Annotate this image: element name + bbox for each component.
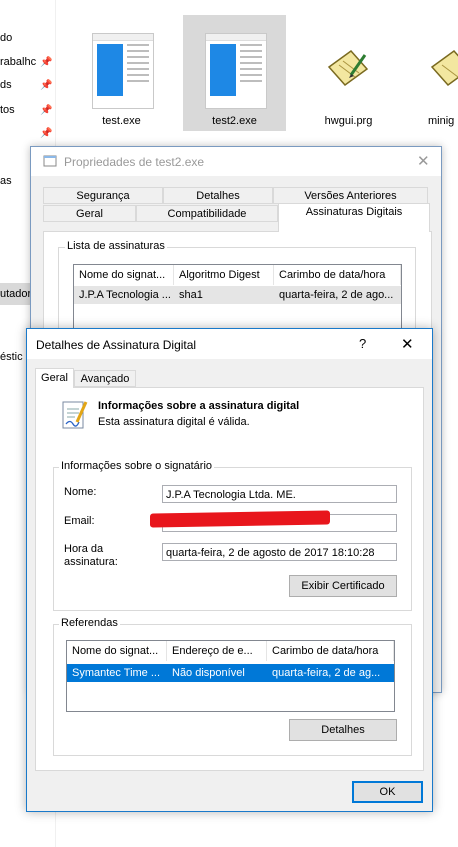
nav-item-7[interactable]: éstic [0,346,23,368]
help-button[interactable]: ? [359,336,366,351]
tab-panel: Informações sobre a assinatura digital E… [35,387,424,771]
column-header[interactable]: Algoritmo Digest [174,265,274,285]
exe-window-icon [92,33,154,109]
time-label: Hora da assinatura: [64,543,118,568]
tab-compatibilidade[interactable]: Compatibilidade [136,205,278,222]
column-header[interactable]: Carimbo de data/hora [274,265,401,285]
email-label: Email: [64,515,95,527]
prg-file-icon [430,49,458,87]
window-app-icon [43,155,57,167]
pin-icon: 📌 [40,80,53,91]
signing-time-field[interactable]: quarta-feira, 2 de agosto de 2017 18:10:… [162,543,397,561]
tab-avancado[interactable]: Avançado [74,370,136,387]
file-item-selected[interactable]: test2.exe [183,15,286,131]
table-row-selected[interactable]: Symantec Time ... Não disponível quarta-… [67,664,394,682]
column-header[interactable]: Nome do signat... [67,641,167,661]
file-name: hwgui.prg [324,115,373,127]
info-status: Esta assinatura digital é válida. [98,416,250,428]
file-item[interactable]: minig [410,15,458,131]
pin-icon: 📌 [40,128,53,139]
column-header[interactable]: Nome do signat... [74,265,174,285]
signer-name-cell: Symantec Time ... [72,667,161,679]
ok-button[interactable]: OK [352,781,423,803]
close-icon[interactable]: ✕ [401,335,414,353]
signer-name-cell: J.P.A Tecnologia ... [79,289,171,301]
nav-item-2[interactable]: rabalhc [0,51,36,73]
close-icon[interactable]: ✕ [417,152,430,170]
details-button[interactable]: Detalhes [289,719,397,741]
prg-file-icon [327,49,369,87]
tab-geral[interactable]: Geral [43,205,136,222]
pin-icon: 📌 [40,105,53,116]
view-certificate-button[interactable]: Exibir Certificado [289,575,397,597]
pin-icon: 📌 [40,57,53,68]
signer-info-group: Informações sobre o signatário Nome: J.P… [53,460,412,611]
file-name: minig [428,115,455,127]
countersignature-list[interactable]: Nome do signat... Endereço de e... Carim… [66,640,395,712]
tab-versoes-anteriores[interactable]: Versões Anteriores [273,187,428,204]
file-name: test.exe [102,115,141,127]
nav-item-3[interactable]: ds [0,74,12,96]
countersignatures-group: Referendas Nome do signat... Endereço de… [53,617,412,756]
group-label: Informações sobre o signatário [59,460,215,472]
tab-detalhes[interactable]: Detalhes [163,187,273,204]
signed-document-icon [62,401,88,429]
group-label: Lista de assinaturas [65,240,167,252]
nav-item-1[interactable]: do [0,27,12,49]
timestamp-cell: quarta-feira, 2 de ag... [272,667,381,679]
nav-item-5[interactable]: as [0,170,12,192]
dialog-title: Detalhes de Assinatura Digital [36,338,197,352]
info-heading: Informações sobre a assinatura digital [98,400,300,412]
exe-window-icon [205,33,267,109]
tab-assinaturas-digitais[interactable]: Assinaturas Digitais [278,203,430,232]
signature-details-dialog: Detalhes de Assinatura Digital ? ✕ Geral… [26,328,433,812]
title-bar: Propriedades de test2.exe ✕ [31,147,441,176]
column-header[interactable]: Carimbo de data/hora [267,641,394,661]
window-title: Propriedades de test2.exe [64,155,205,169]
group-label: Referendas [59,617,120,629]
file-name: test2.exe [212,115,257,127]
column-header[interactable]: Endereço de e... [167,641,267,661]
email-cell: Não disponível [172,667,245,679]
title-bar: Detalhes de Assinatura Digital ? ✕ [27,329,432,359]
tab-geral[interactable]: Geral [35,368,74,388]
timestamp-cell: quarta-feira, 2 de ago... [279,289,394,301]
file-item[interactable]: hwgui.prg [297,15,400,131]
name-field[interactable]: J.P.A Tecnologia Ltda. ME. [162,485,397,503]
digest-cell: sha1 [179,289,203,301]
nav-item-6[interactable]: utador [0,283,32,305]
file-item[interactable]: test.exe [70,15,173,131]
nav-item-4[interactable]: tos [0,99,15,121]
tab-seguranca[interactable]: Segurança [43,187,163,204]
table-row[interactable]: J.P.A Tecnologia ... sha1 quarta-feira, … [74,286,401,304]
name-label: Nome: [64,486,97,498]
